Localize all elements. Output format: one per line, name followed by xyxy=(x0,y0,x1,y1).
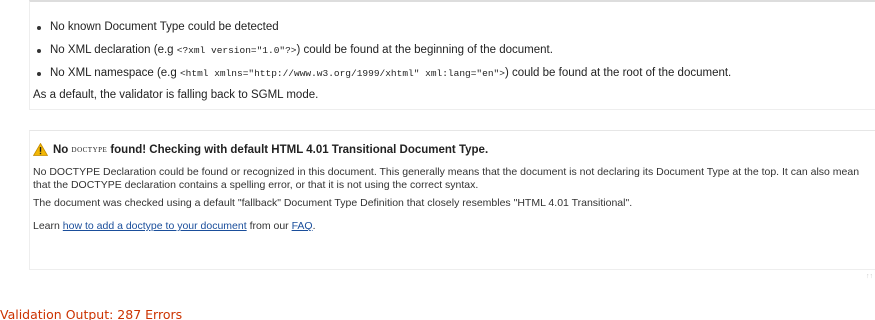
validator-results-page: No known Document Type could be detected… xyxy=(0,0,875,320)
faq-link[interactable]: FAQ xyxy=(292,220,313,232)
validation-output-heading: Validation Output: 287 Errors xyxy=(0,307,183,320)
list-item: No XML namespace (e.g <html xmlns="http:… xyxy=(36,65,732,88)
doctype-explanation: No DOCTYPE Declaration could be found or… xyxy=(33,166,860,191)
warning-title: No doctype found! Checking with default H… xyxy=(32,142,489,156)
corner-mark: ↑↑ xyxy=(866,273,873,280)
reason-text: ) could be found at the beginning of the… xyxy=(296,44,553,56)
reason-text: No XML declaration (e.g xyxy=(50,44,177,56)
doctype-word: doctype xyxy=(71,144,108,155)
warning-title-text: found! Checking with default HTML 4.01 T… xyxy=(110,143,489,156)
list-item: No known Document Type could be detected xyxy=(36,19,731,42)
reason-text: No known Document Type could be detected xyxy=(50,21,279,33)
code-sample: <html xmlns="http://www.w3.org/1999/xhtm… xyxy=(179,68,505,79)
learn-more-line: Learn how to add a doctype to your docum… xyxy=(33,220,316,232)
list-item: No XML declaration (e.g <?xml version="1… xyxy=(36,42,731,65)
add-doctype-link[interactable]: how to add a doctype to your document xyxy=(63,220,247,232)
warning-icon xyxy=(32,142,49,156)
fallback-note: As a default, the validator is falling b… xyxy=(33,89,319,101)
code-sample: <?xml version="1.0"?> xyxy=(176,45,297,56)
fallback-dtd-note: The document was checked using a default… xyxy=(33,197,633,209)
reason-text: No XML namespace (e.g xyxy=(50,67,180,79)
reason-text: ) could be found at the root of the docu… xyxy=(504,67,732,79)
fallback-reasons-list: No known Document Type could be detected… xyxy=(36,19,732,88)
